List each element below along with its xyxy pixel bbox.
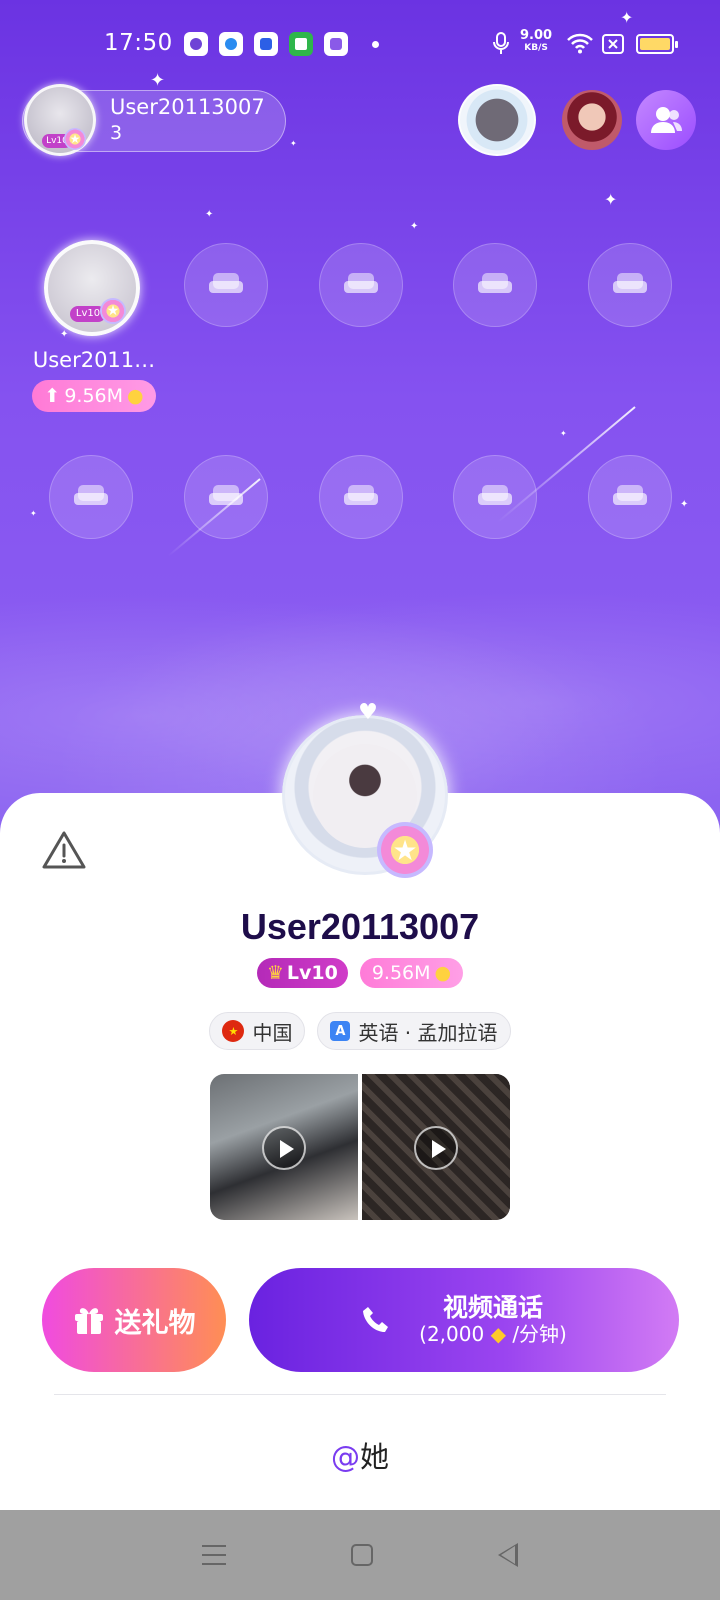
diamond-icon: ◆ [490,1321,506,1346]
call-price: (2,000 ◆ /分钟) [419,1321,567,1346]
play-icon [262,1126,306,1170]
video-thumbnail[interactable] [210,1074,358,1220]
empty-seat[interactable] [49,455,133,539]
sparkle-icon: ✦ [60,329,69,340]
divider [54,1394,666,1395]
sparkle-icon: ✦ [410,221,419,232]
play-icon [414,1126,458,1170]
empty-seat[interactable] [184,243,268,327]
sofa-icon [478,485,512,509]
battery-icon [636,34,678,54]
top-viewer-avatar-frame[interactable] [458,84,536,156]
back-icon[interactable] [497,1543,518,1567]
mention-label: 她 [359,1440,389,1474]
language-chip: A 英语 · 孟加拉语 [317,1012,511,1050]
empty-seat[interactable] [588,455,672,539]
sim-off-icon [602,34,624,54]
empty-seat[interactable] [588,243,672,327]
online-users-button[interactable] [636,90,696,150]
china-flag-icon: ★ [222,1020,245,1042]
call-title: 视频通话 [442,1293,543,1323]
crown-icon: ♛ [266,962,284,984]
profile-name: User20113007 [240,906,480,947]
recent-apps-icon[interactable] [202,1545,227,1565]
profile-badges: ♛ Lv10 9.56M ● [0,958,720,988]
country-text: 中国 [252,1020,293,1045]
host-name: User20113007 [110,95,265,119]
profile-avatar[interactable]: ♥ ★ [282,700,448,878]
sofa-icon [74,485,108,509]
sofa-icon [613,485,647,509]
mic-icon [493,32,509,54]
star-badge-icon: ★ [377,822,433,878]
wifi-icon [567,33,593,54]
empty-seat[interactable] [319,243,403,327]
sofa-icon [344,273,378,297]
sparkle-icon: ✦ [560,429,567,438]
score-badge: 9.56M ● [359,958,464,988]
home-icon[interactable] [350,1544,373,1566]
coin-icon: ● [127,385,144,407]
at-icon: @ [330,1440,360,1474]
gift-label: 送礼物 [114,1307,196,1339]
empty-seat[interactable] [453,243,537,327]
empty-seat[interactable] [319,455,403,539]
empty-seat[interactable] [453,455,537,539]
video-call-button[interactable]: 视频通话 (2,000 ◆ /分钟) [249,1268,679,1372]
host-id: 3 [110,122,123,144]
app-icon-2 [219,32,243,56]
sparkle-icon: ✦ [30,509,37,518]
country-chip: ★ 中国 [209,1012,306,1050]
sofa-icon [209,485,243,509]
phone-icon [363,1307,389,1332]
sofa-icon [209,273,243,297]
seat-score-badge: ⬆ 9.56M ● [32,380,156,412]
wing-heart-icon: ♥ [358,700,378,725]
sparkle-icon: ✦ [604,190,618,209]
sparkle-icon: ✦ [290,139,297,148]
language-text: 英语 · 孟加拉语 [358,1020,498,1045]
sparkle-icon: ✦ [680,499,689,510]
report-warning-icon[interactable] [42,830,86,870]
star-badge-icon: ★ [64,128,86,150]
users-icon [651,107,682,133]
sofa-icon [344,485,378,509]
empty-seat[interactable] [184,455,268,539]
mention-button[interactable]: @她 [0,1434,720,1476]
seat-user-name: User2011… [32,348,156,372]
top-viewer-avatar[interactable] [562,90,622,150]
sofa-icon [613,273,647,297]
score-text: 9.56M [371,962,431,984]
star-badge-icon: ★ [100,298,126,324]
video-thumbnail[interactable] [362,1074,510,1220]
sparkle-icon: ✦ [150,70,166,91]
video-thumbnails [210,1074,510,1220]
network-speed: 9.00 KB/S [520,28,553,53]
status-bar: 17:50 9.00 KB/S [0,22,720,66]
level-badge: ♛ Lv10 [256,958,348,988]
baidu-icon [254,32,278,56]
arrow-up-icon: ⬆ [44,385,61,407]
system-navigation-bar [0,1510,720,1600]
gift-icon [74,1308,103,1334]
language-icon: A [330,1021,351,1041]
notification-dot [372,41,379,48]
app-icon-5 [324,32,348,56]
shield-icon [289,32,313,56]
app-icon-1 [184,32,208,56]
sparkle-icon: ✦ [205,209,214,220]
send-gift-button[interactable]: 送礼物 [42,1268,226,1372]
level-text: Lv10 [286,962,338,984]
coin-icon: ● [434,962,452,984]
profile-chips: ★ 中国 A 英语 · 孟加拉语 [0,1012,720,1050]
sofa-icon [478,273,512,297]
status-time: 17:50 [104,30,173,56]
seat-score-value: 9.56M [64,385,124,407]
